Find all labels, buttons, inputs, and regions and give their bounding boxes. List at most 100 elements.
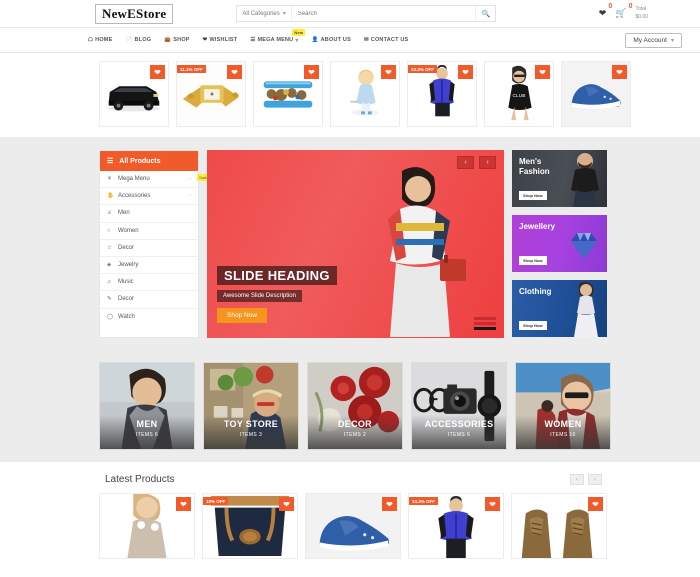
banner-shop-now-button[interactable]: Shop Now [519, 256, 547, 265]
wishlist-icon[interactable]: ❤ [176, 497, 191, 511]
nav-item-contact-us[interactable]: ✉ CONTACT US [364, 37, 408, 43]
banner-title: Clothing [519, 287, 552, 296]
nav-item-shop[interactable]: 👜 SHOP [164, 37, 189, 43]
file-icon: 📄 [125, 37, 133, 43]
wishlist-icon[interactable]: ❤ [458, 65, 473, 79]
sidebar-title: All Products [119, 157, 161, 165]
slide-shop-now-button[interactable]: Shop Now [217, 308, 267, 323]
nav-item-blog[interactable]: 📄 BLOG [125, 37, 151, 43]
product-card[interactable]: ❤ [511, 493, 607, 559]
tile-item-count: ITEMS 6 [135, 432, 159, 438]
cart-count: 0 [628, 3, 633, 10]
sidebar-item-label: Women [118, 227, 139, 234]
site-logo[interactable]: NewEStore [95, 3, 174, 24]
wishlist-icon[interactable]: ❤ [382, 497, 397, 511]
pen-icon: ✎ [107, 296, 112, 303]
product-card[interactable]: ❤ [99, 61, 169, 127]
slider-pagination[interactable] [474, 317, 496, 330]
chevron-right-icon: › [189, 193, 191, 200]
heart-icon: ❤ [598, 8, 607, 18]
product-card[interactable]: ❤ [305, 493, 401, 559]
heart-icon: ❤ [202, 37, 208, 43]
slider-prev-button[interactable]: ‹ [457, 156, 474, 169]
sidebar-item-women[interactable]: ○ Women [100, 223, 198, 240]
nav-label: SHOP [173, 37, 190, 43]
nav-item-about-us[interactable]: 👤 ABOUT US [312, 37, 351, 43]
banner-clothing[interactable]: Clothing Shop Now [512, 280, 607, 337]
search-button[interactable]: 🔍 [475, 6, 496, 21]
sidebar-item-label: Music [118, 279, 134, 286]
slider-arrows: ‹ › [457, 156, 496, 169]
category-tile-toy-store[interactable]: TOY STORE ITEMS 3 [203, 362, 299, 450]
wishlist-icon[interactable]: ❤ [227, 65, 242, 79]
sidebar-item-watch[interactable]: ◯ Watch [100, 309, 198, 325]
tile-caption: TOY STORE ITEMS 3 [204, 415, 298, 449]
wishlist-count: 0 [608, 3, 613, 10]
product-card[interactable]: ❤ [330, 61, 400, 127]
product-card[interactable]: 33.3% OFF ❤ [407, 61, 477, 127]
banner-shop-now-button[interactable]: Shop Now [519, 321, 547, 330]
tile-item-count: ITEMS 3 [239, 432, 263, 438]
slide-description: Awesome Slide Description [217, 290, 302, 302]
main-navigation: ☖ HOME 📄 BLOG 👜 SHOP ❤ WISHLIST ☰ MEGA M… [0, 28, 700, 53]
wishlist-icon[interactable]: ❤ [485, 497, 500, 511]
clock-icon: ◯ [107, 313, 114, 320]
my-account-button[interactable]: My Account ▾ [625, 32, 682, 48]
product-card[interactable]: ❤ [561, 61, 631, 127]
product-card[interactable]: 11.1% OFF ❤ [176, 61, 246, 127]
sidebar-item-label: Jewelry [118, 262, 139, 269]
latest-next-button[interactable]: › [588, 474, 602, 485]
sidebar-item-music[interactable]: ♫ Music [100, 274, 198, 292]
nav-item-home[interactable]: ☖ HOME [88, 37, 112, 43]
category-tile-men[interactable]: MEN ITEMS 6 [99, 362, 195, 450]
category-tile-decor[interactable]: DECOR ITEMS 2 [307, 362, 403, 450]
nav-item-wishlist[interactable]: ❤ WISHLIST [203, 37, 238, 43]
slider-next-button[interactable]: › [479, 156, 496, 169]
chevron-down-icon: ▾ [295, 37, 299, 44]
sidebar-item-decor-2[interactable]: ✎ Decor [100, 291, 198, 309]
search-input[interactable] [291, 6, 476, 21]
cart-button[interactable]: 🛒 0 [615, 3, 632, 19]
category-tile-women[interactable]: WOMEN ITEMS 16 [515, 362, 611, 450]
sidebar-header[interactable]: ☰ All Products [100, 151, 198, 171]
nav-item-mega-menu[interactable]: ☰ MEGA MENU ▾ New [250, 28, 306, 44]
tile-item-count: ITEMS 2 [343, 432, 367, 438]
wishlist-icon[interactable]: ❤ [150, 65, 165, 79]
wishlist-icon[interactable]: ❤ [535, 65, 550, 79]
cart-total: Total $0.00 [635, 6, 648, 21]
user-icon: 👤 [311, 37, 319, 43]
banner-shop-now-button[interactable]: Shop Now [519, 191, 547, 200]
wishlist-icon[interactable]: ❤ [279, 497, 294, 511]
new-badge: New [292, 28, 306, 36]
product-card[interactable]: ❤ [253, 61, 323, 127]
product-card[interactable]: 33.3% OFF ❤ [408, 493, 504, 559]
slider-page-dot-active[interactable] [474, 327, 496, 330]
banner-jewellery[interactable]: Jewellery Shop Now [512, 215, 607, 272]
sidebar-item-jewelry[interactable]: ◈ Jewelry [100, 257, 198, 275]
slider-page-dot[interactable] [474, 317, 496, 320]
storefront-page: NewEStore All Categories ▾ 🔍 ❤ 0 🛒 0 Tot… [0, 0, 700, 577]
sidebar-item-mega-menu[interactable]: ⚘ Mega Menu › Sale [100, 171, 209, 189]
sidebar-item-accessories[interactable]: ✋ Accessories › [100, 188, 198, 206]
category-sidebar: ☰ All Products ⚘ Mega Menu › Sale ✋ Acce… [99, 150, 209, 338]
category-tile-accessories[interactable]: ACCESSORIES ITEMS 6 [411, 362, 507, 450]
section-title: Latest Products [105, 474, 175, 485]
latest-prev-button[interactable]: ‹ [570, 474, 584, 485]
cart-icon: 🛒 [615, 8, 627, 18]
product-card[interactable]: ❤ [99, 493, 195, 559]
sidebar-item-men[interactable]: ⚔ Men [100, 205, 198, 223]
sidebar-item-decor[interactable]: ☆ Decor [100, 240, 198, 257]
product-card[interactable]: CLUB ❤ [484, 61, 554, 127]
music-icon: ♫ [107, 279, 112, 286]
banner-mens-fashion[interactable]: Men's Fashion Shop Now [512, 150, 607, 207]
slider-page-dot[interactable] [474, 322, 496, 325]
wishlist-icon[interactable]: ❤ [304, 65, 319, 79]
wishlist-icon[interactable]: ❤ [612, 65, 627, 79]
wishlist-icon[interactable]: ❤ [381, 65, 396, 79]
product-card[interactable]: 10% OFF ❤ [202, 493, 298, 559]
category-select[interactable]: All Categories ▾ [237, 6, 292, 21]
wishlist-icon[interactable]: ❤ [588, 497, 603, 511]
wishlist-button[interactable]: ❤ 0 [598, 3, 613, 19]
category-select-label: All Categories [242, 10, 280, 17]
hero-slider[interactable]: ‹ › SLIDE HEADING Awesome Slide Descript… [207, 150, 504, 338]
